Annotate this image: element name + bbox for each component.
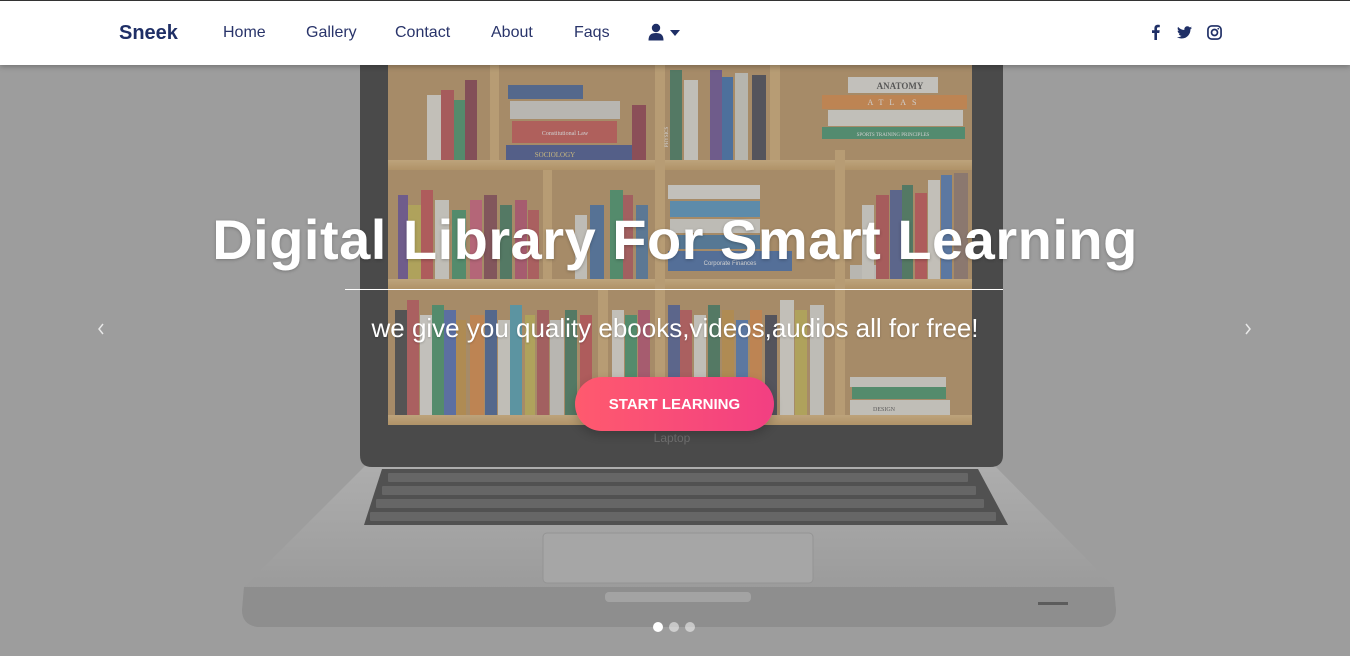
hero-carousel: Laptop ANATOMY ATLAS SOCIOLOGY SPORTS TR… bbox=[0, 65, 1350, 656]
hero-subtitle: we give you quality ebooks,videos,audios… bbox=[371, 313, 979, 343]
top-navbar: Sneek Home Gallery Contact About Faqs bbox=[0, 0, 1350, 65]
brand-logo[interactable]: Sneek bbox=[119, 22, 178, 45]
start-learning-button[interactable]: START LEARNING bbox=[575, 377, 774, 431]
carousel-indicator-1[interactable] bbox=[653, 622, 663, 632]
nav-link-gallery[interactable]: Gallery bbox=[306, 24, 357, 42]
carousel-next-button[interactable] bbox=[1241, 319, 1255, 339]
nav-link-home[interactable]: Home bbox=[223, 24, 266, 42]
chevron-down-icon bbox=[670, 30, 680, 36]
user-dropdown[interactable] bbox=[648, 23, 680, 41]
facebook-icon[interactable] bbox=[1151, 24, 1160, 45]
twitter-icon[interactable] bbox=[1177, 26, 1192, 44]
nav-link-about[interactable]: About bbox=[491, 24, 533, 42]
nav-link-contact[interactable]: Contact bbox=[395, 24, 450, 42]
hero-title: Digital Library For Smart Learning bbox=[212, 208, 1138, 271]
chevron-left-icon bbox=[98, 323, 104, 335]
hero-overlay bbox=[0, 65, 1350, 656]
carousel-prev-button[interactable] bbox=[94, 319, 108, 339]
carousel-indicator-3[interactable] bbox=[685, 622, 695, 632]
chevron-right-icon bbox=[1245, 323, 1251, 335]
nav-link-faqs[interactable]: Faqs bbox=[574, 24, 610, 42]
user-icon bbox=[648, 23, 664, 41]
instagram-icon[interactable] bbox=[1207, 25, 1222, 45]
carousel-indicator-2[interactable] bbox=[669, 622, 679, 632]
carousel-indicators bbox=[653, 622, 695, 632]
hero-divider bbox=[345, 289, 1003, 290]
